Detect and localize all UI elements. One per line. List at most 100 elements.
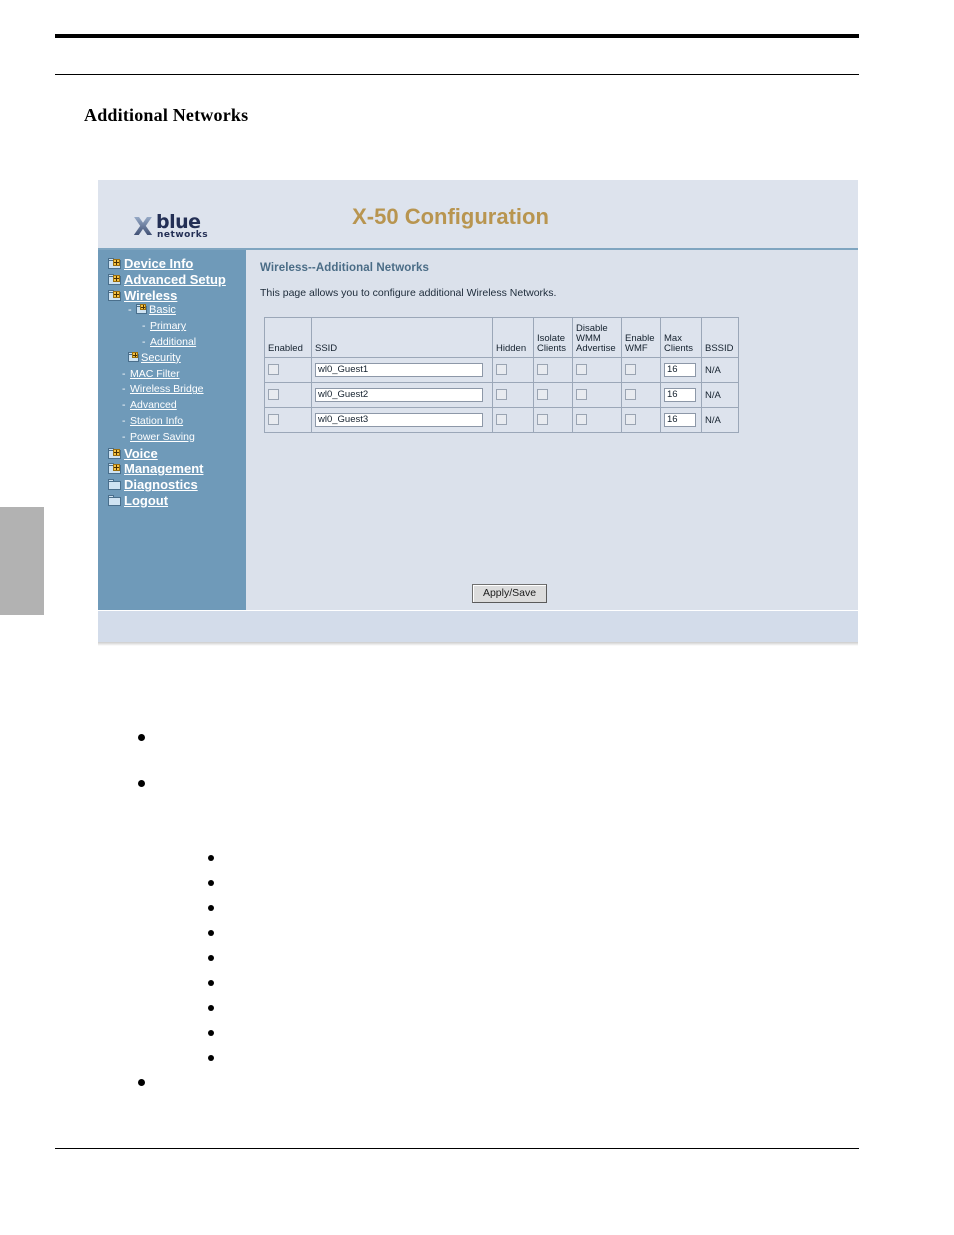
sidebar-item-station-info[interactable]: - Station Info <box>98 414 246 430</box>
sidebar-item-label[interactable]: Logout <box>124 493 168 508</box>
sidebar-item-logout[interactable]: Logout <box>98 493 246 509</box>
dash-icon: - <box>122 383 126 396</box>
cell-disable-wmm-advertise[interactable] <box>572 357 622 383</box>
cell-enabled[interactable] <box>264 357 312 383</box>
table-body: wl0_Guest1 16 N/A wl0_Guest2 16 N/A wl0_… <box>264 357 739 433</box>
sidebar-item-label[interactable]: Basic <box>149 304 176 316</box>
cell-ssid[interactable]: wl0_Guest2 <box>311 382 493 408</box>
sidebar-item-label[interactable]: Diagnostics <box>124 477 198 492</box>
enable-wmf-checkbox[interactable] <box>625 364 636 376</box>
router-header: X blue networks X-50 Configuration <box>98 180 858 250</box>
column-header-ssid: SSID <box>311 317 493 358</box>
table-header-row: Enabled SSID Hidden Isolate Clients Disa… <box>264 317 739 358</box>
additional-networks-table: Enabled SSID Hidden Isolate Clients Disa… <box>264 317 739 433</box>
sidebar-item-wireless-bridge[interactable]: - Wireless Bridge <box>98 382 246 398</box>
apply-save-button[interactable]: Apply/Save <box>471 584 548 603</box>
sidebar-item-mac-filter[interactable]: - MAC Filter <box>98 367 246 383</box>
sidebar-item-label[interactable]: MAC Filter <box>130 368 180 380</box>
header-line: WMF <box>625 343 648 354</box>
cell-bssid: N/A <box>701 407 739 433</box>
ssid-input[interactable]: wl0_Guest3 <box>315 413 483 427</box>
sidebar-item-label[interactable]: Power Saving <box>130 431 195 443</box>
sidebar-item-wireless[interactable]: Wireless <box>98 288 246 304</box>
cell-hidden[interactable] <box>492 407 534 433</box>
sidebar-item-power-saving[interactable]: - Power Saving <box>98 430 246 446</box>
sidebar-item-label[interactable]: Primary <box>150 320 186 332</box>
cell-max-clients[interactable]: 16 <box>660 407 702 433</box>
cell-enable-wmf[interactable] <box>621 357 661 383</box>
enabled-checkbox[interactable] <box>268 414 279 426</box>
dash-icon: - <box>142 320 146 333</box>
hidden-checkbox[interactable] <box>496 414 507 426</box>
cell-hidden[interactable] <box>492 382 534 408</box>
cell-hidden[interactable] <box>492 357 534 383</box>
cell-enabled[interactable] <box>264 407 312 433</box>
enable-wmf-checkbox[interactable] <box>625 389 636 401</box>
logo-brand-tagline: networks <box>157 230 209 240</box>
disable-wmm-advertise-checkbox[interactable] <box>576 389 587 401</box>
sidebar-item-label[interactable]: Station Info <box>130 415 183 427</box>
max-clients-input[interactable]: 16 <box>664 388 696 402</box>
table-header: Enabled SSID Hidden Isolate Clients Disa… <box>264 317 739 358</box>
cell-ssid[interactable]: wl0_Guest1 <box>311 357 493 383</box>
cell-isolate-clients[interactable] <box>533 407 573 433</box>
sidebar-item-security[interactable]: Security <box>98 351 246 367</box>
hidden-checkbox[interactable] <box>496 364 507 376</box>
isolate-clients-checkbox[interactable] <box>537 389 548 401</box>
sidebar-item-basic[interactable]: - Basic <box>98 303 246 319</box>
disable-wmm-advertise-checkbox[interactable] <box>576 414 587 426</box>
hidden-checkbox[interactable] <box>496 389 507 401</box>
sidebar-item-label[interactable]: Advanced Setup <box>124 272 226 287</box>
cell-enable-wmf[interactable] <box>621 382 661 408</box>
sidebar-item-diagnostics[interactable]: Diagnostics <box>98 477 246 493</box>
sidebar-item-label[interactable]: Security <box>141 352 181 364</box>
dash-icon: - <box>142 335 146 348</box>
ssid-input[interactable]: wl0_Guest1 <box>315 363 483 377</box>
sidebar-item-advanced-setup[interactable]: Advanced Setup <box>98 272 246 288</box>
sidebar-item-label[interactable]: Device Info <box>124 256 193 271</box>
enabled-checkbox[interactable] <box>268 389 279 401</box>
cell-bssid: N/A <box>701 382 739 408</box>
cell-enable-wmf[interactable] <box>621 407 661 433</box>
column-header-isolate-clients: Isolate Clients <box>533 317 573 358</box>
folder-icon <box>108 494 121 506</box>
sidebar: Device Info Advanced Setup Wireless - Bas… <box>98 250 246 610</box>
cell-disable-wmm-advertise[interactable] <box>572 382 622 408</box>
router-config-screenshot: X blue networks X-50 Configuration Devic… <box>98 180 858 646</box>
sidebar-item-label[interactable]: Management <box>124 461 203 476</box>
sidebar-item-additional[interactable]: - Additional <box>98 335 246 351</box>
cell-max-clients[interactable]: 16 <box>660 382 702 408</box>
enable-wmf-checkbox[interactable] <box>625 414 636 426</box>
sidebar-item-primary[interactable]: - Primary <box>98 319 246 335</box>
router-body: Device Info Advanced Setup Wireless - Bas… <box>98 250 858 610</box>
cell-enabled[interactable] <box>264 382 312 408</box>
page-top-rule-thick <box>55 34 859 38</box>
cell-disable-wmm-advertise[interactable] <box>572 407 622 433</box>
sidebar-item-label[interactable]: Additional <box>150 336 196 348</box>
enabled-checkbox[interactable] <box>268 364 279 376</box>
column-header-enabled: Enabled <box>264 317 312 358</box>
max-clients-input[interactable]: 16 <box>664 413 696 427</box>
sidebar-item-device-info[interactable]: Device Info <box>98 256 246 272</box>
sidebar-item-label[interactable]: Advanced <box>130 399 177 411</box>
folder-plus-icon <box>128 351 139 362</box>
cell-isolate-clients[interactable] <box>533 357 573 383</box>
disable-wmm-advertise-checkbox[interactable] <box>576 364 587 376</box>
ssid-input[interactable]: wl0_Guest2 <box>315 388 483 402</box>
sidebar-item-advanced[interactable]: - Advanced <box>98 398 246 414</box>
folder-plus-icon <box>108 289 121 301</box>
content-heading: Wireless--Additional Networks <box>260 262 429 274</box>
sidebar-item-label[interactable]: Wireless Bridge <box>130 383 204 395</box>
table-row: wl0_Guest3 16 N/A <box>264 407 739 433</box>
max-clients-input[interactable]: 16 <box>664 363 696 377</box>
sidebar-item-label[interactable]: Wireless <box>124 288 177 303</box>
folder-plus-icon <box>136 304 147 315</box>
cell-isolate-clients[interactable] <box>533 382 573 408</box>
cell-max-clients[interactable]: 16 <box>660 357 702 383</box>
isolate-clients-checkbox[interactable] <box>537 364 548 376</box>
isolate-clients-checkbox[interactable] <box>537 414 548 426</box>
cell-ssid[interactable]: wl0_Guest3 <box>311 407 493 433</box>
sidebar-item-voice[interactable]: Voice <box>98 446 246 462</box>
sidebar-item-management[interactable]: Management <box>98 461 246 477</box>
sidebar-item-label[interactable]: Voice <box>124 446 158 461</box>
